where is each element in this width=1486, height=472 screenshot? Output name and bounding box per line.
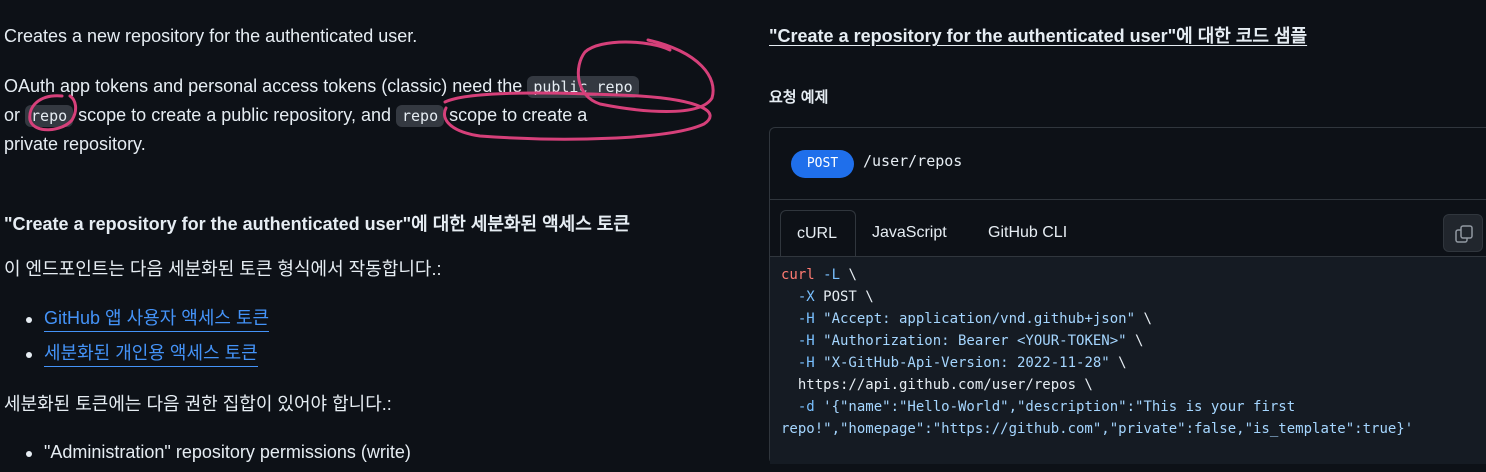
code-line: https://api.github.com/user/repos \ [781, 377, 1093, 393]
token-requirement-line1: OAuth app tokens and personal access tok… [4, 72, 639, 102]
code-line: -X POST \ [781, 289, 874, 305]
request-example-panel: POST /user/repos cURL JavaScript GitHub … [769, 127, 1486, 464]
fine-grained-intro: 이 엔드포인트는 다음 세분화된 토큰 형식에서 작동합니다.: [4, 259, 442, 279]
link-github-app-user-token[interactable]: GitHub 앱 사용자 액세스 토큰 [44, 308, 270, 332]
code-block: curl -L \ -X POST \ -H "Accept: applicat… [770, 256, 1486, 464]
code-public-repo: public_repo [527, 76, 639, 98]
request-header: POST /user/repos [770, 128, 1486, 200]
code-line: repo!","homepage":"https://github.com","… [781, 421, 1414, 437]
fine-grained-heading: "Create a repository for the authenticat… [4, 214, 630, 234]
tab-github-cli[interactable]: GitHub CLI [972, 210, 1083, 256]
code-line: -H "Accept: application/vnd.github+json"… [781, 311, 1152, 327]
description-text: Creates a new repository for the authent… [4, 26, 418, 46]
code-line: -d '{"name":"Hello-World","description":… [781, 399, 1296, 415]
code-repo: repo [25, 105, 74, 127]
bullet-dot [26, 451, 32, 457]
tab-javascript[interactable]: JavaScript [856, 210, 963, 256]
token-requirement-line2: or repo scope to create a public reposit… [4, 105, 588, 127]
link-fine-grained-pat[interactable]: 세분화된 개인용 액세스 토큰 [44, 343, 258, 367]
copy-icon [1455, 225, 1473, 243]
permission-item: "Administration" repository permissions … [44, 442, 411, 462]
code-line: -H "X-GitHub-Api-Version: 2022-11-28" \ [781, 355, 1127, 371]
bullet-dot [26, 317, 32, 323]
tab-curl[interactable]: cURL [780, 210, 856, 256]
code-samples-title[interactable]: "Create a repository for the authenticat… [769, 22, 1307, 48]
code-repo-private: repo [396, 105, 445, 127]
code-line: -H "Authorization: Bearer <YOUR-TOKEN>" … [781, 333, 1144, 349]
token-requirement-line3: private repository. [4, 134, 146, 154]
bullet-dot [26, 352, 32, 358]
permission-intro: 세분화된 토큰에는 다음 권한 집합이 있어야 합니다.: [4, 394, 392, 414]
endpoint-path: /user/repos [863, 152, 963, 170]
request-example-label: 요청 예제 [769, 89, 829, 106]
code-line: curl -L \ [781, 267, 857, 283]
list-item: GitHub 앱 사용자 액세스 토큰 [44, 304, 270, 333]
copy-button[interactable] [1443, 214, 1483, 252]
list-item: 세분화된 개인용 액세스 토큰 [44, 339, 258, 368]
method-badge: POST [791, 150, 854, 178]
